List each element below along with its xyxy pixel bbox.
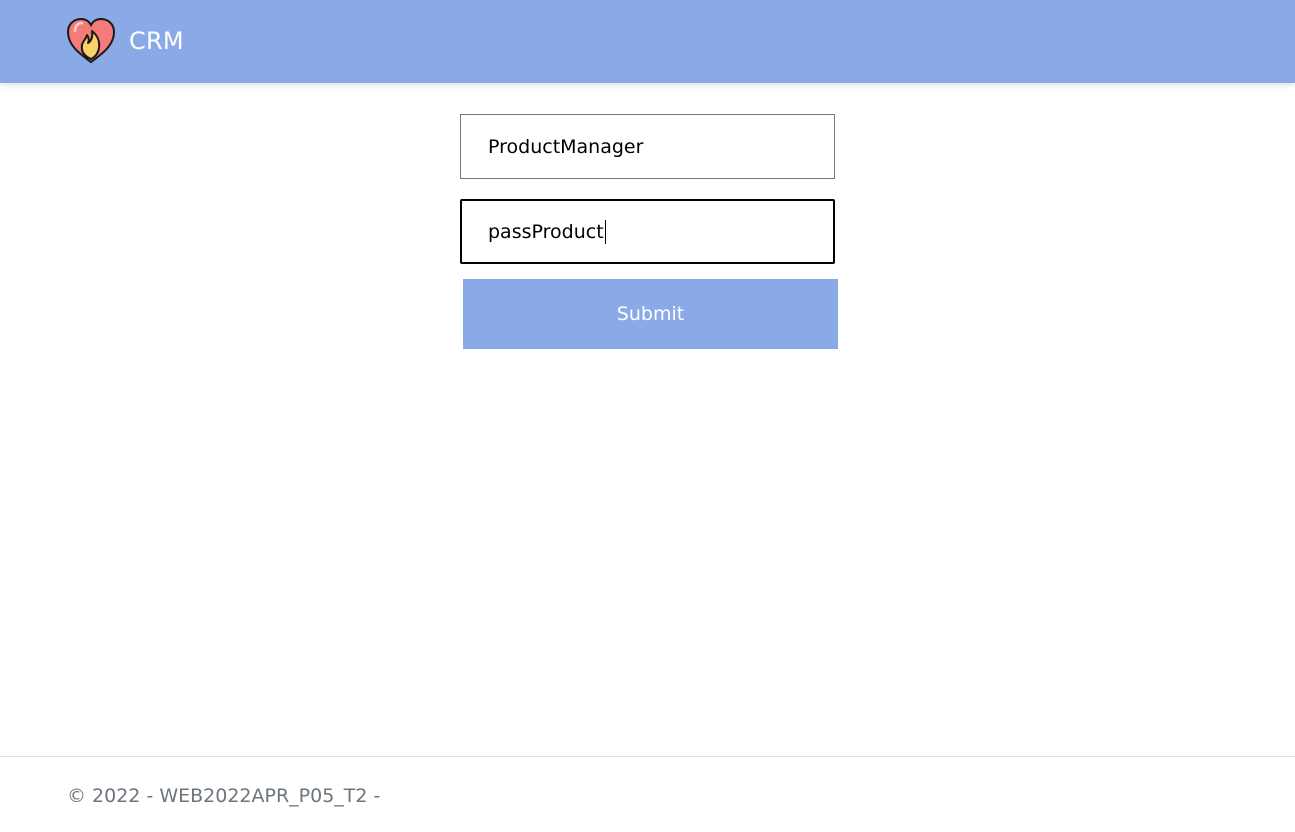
brand-link[interactable]: CRM [65, 15, 184, 67]
brand-name: CRM [129, 27, 184, 55]
submit-button[interactable]: Submit [463, 279, 838, 349]
password-field[interactable]: passProduct [460, 199, 835, 264]
username-field[interactable]: ProductManager [460, 114, 835, 179]
login-form: ProductManager passProduct Submit [460, 114, 838, 349]
footer-text: © 2022 - WEB2022APR_P05_T2 - [67, 785, 381, 807]
footer: © 2022 - WEB2022APR_P05_T2 - [0, 756, 1295, 832]
navbar: CRM [0, 0, 1295, 83]
username-value: ProductManager [488, 135, 644, 158]
text-caret [604, 219, 606, 244]
heart-flame-icon [66, 17, 116, 64]
password-value: passProduct [488, 220, 604, 243]
